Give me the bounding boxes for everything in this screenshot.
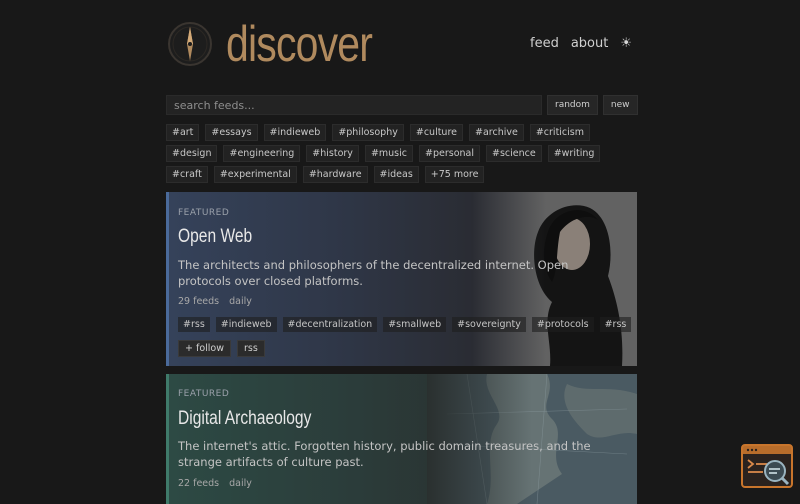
tag-experimental[interactable]: #experimental [213,166,297,183]
card-tag-smallweb[interactable]: #smallweb [383,317,447,332]
card-tag-decentralization[interactable]: #decentralization [282,317,378,332]
tag-design[interactable]: #design [166,145,218,162]
card-tag-indieweb[interactable]: #indieweb [215,317,277,332]
card-tag-rss[interactable]: #rss [178,317,210,332]
tag-essays[interactable]: #essays [205,124,258,141]
tag-personal[interactable]: #personal [419,145,480,162]
tag-culture[interactable]: #culture [409,124,463,141]
tag-cloud: #art #essays #indieweb #philosophy #cult… [166,124,634,183]
tag-ideas[interactable]: #ideas [373,166,419,183]
card-description: The architects and philosophers of the d… [178,258,569,288]
card-meta: 29 feeds daily [178,296,252,307]
tag-science[interactable]: #science [485,145,542,162]
tag-engineering[interactable]: #engineering [223,145,301,162]
card-title[interactable]: Open Web [178,226,252,248]
update-frequency: daily [229,478,252,489]
card-tag-sovereignty[interactable]: #sovereignty [452,317,526,332]
feed-card-digital-archaeology[interactable]: FEATURED Digital Archaeology The interne… [166,374,637,504]
card-title[interactable]: Digital Archaeology [178,408,311,430]
random-button[interactable]: random [547,95,598,115]
card-description: The internet's attic. Forgotten history,… [178,439,591,469]
update-frequency: daily [229,296,252,307]
tag-hardware[interactable]: #hardware [302,166,368,183]
nav-about[interactable]: about [571,36,609,51]
card-tag-protocols[interactable]: #protocols [531,317,594,332]
feed-count: 22 feeds [178,478,220,489]
card-tag-list: #rss #indieweb #decentralization #smallw… [178,317,632,332]
card-actions: + follow rss [178,340,265,357]
tag-archive[interactable]: #archive [469,124,524,141]
tag-philosophy[interactable]: #philosophy [332,124,404,141]
tag-history[interactable]: #history [306,145,359,162]
header: discover feed about ☀ [166,10,634,74]
search-row: random new [166,95,638,115]
tag-craft[interactable]: #craft [166,166,208,183]
card-kicker: FEATURED [178,389,230,399]
tag-indieweb[interactable]: #indieweb [263,124,327,141]
feed-card-open-web[interactable]: FEATURED Open Web The architects and phi… [166,192,637,366]
top-nav: feed about ☀ [530,36,632,51]
tag-art[interactable]: #art [166,124,200,141]
nav-feed[interactable]: feed [530,36,559,51]
brand-title[interactable]: discover [226,16,373,72]
search-input[interactable] [166,95,542,115]
rss-button[interactable]: rss [237,340,265,357]
compass-icon[interactable] [166,20,214,68]
new-button[interactable]: new [602,95,638,115]
sun-icon[interactable]: ☀ [620,36,632,51]
card-meta: 22 feeds daily [178,478,252,489]
more-tags-button[interactable]: +75 more [424,166,485,183]
reader-search-icon[interactable] [741,444,793,488]
tag-music[interactable]: #music [364,145,413,162]
follow-button[interactable]: + follow [178,340,231,357]
tag-writing[interactable]: #writing [547,145,601,162]
tag-criticism[interactable]: #criticism [529,124,591,141]
feed-count: 29 feeds [178,296,220,307]
card-kicker: FEATURED [178,208,230,218]
page: discover feed about ☀ random new #art #e… [166,0,638,504]
card-tag-rss-2[interactable]: #rss [599,317,632,332]
reader-search-glyph [743,446,791,486]
